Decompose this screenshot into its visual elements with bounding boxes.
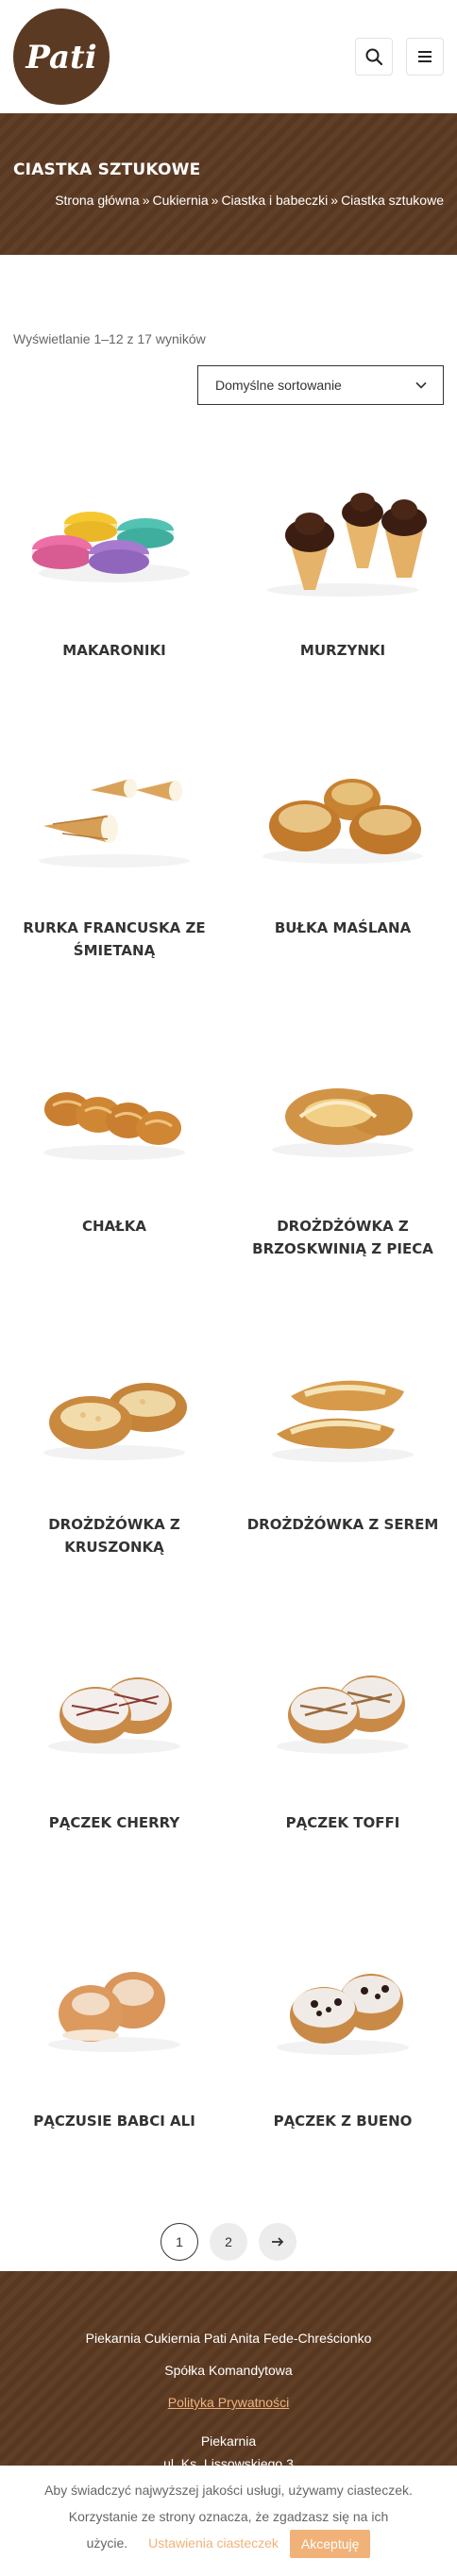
cookie-accept-button[interactable]: Akceptuję (289, 2530, 371, 2559)
logo-text: Pati (25, 39, 96, 76)
pati-logo[interactable]: Pati (13, 8, 110, 105)
product-card[interactable]: CHAŁKA (0, 1013, 228, 1311)
cookie-text-line-3: użycie. (86, 2535, 128, 2551)
mini-donuts-image[interactable] (0, 1908, 228, 2106)
cookie-settings-link[interactable]: Ustawienia ciasteczek (148, 2535, 279, 2551)
product-card[interactable]: RURKA FRANCUSKA ZE ŚMIETANĄ (0, 715, 228, 1013)
next-page-button[interactable] (259, 2223, 296, 2261)
product-card[interactable]: BUŁKA MAŚLANA (228, 715, 457, 1013)
page-title-band: CIASTKA SZTUKOWE Strona główna» Cukiernia… (0, 113, 457, 255)
site-header: Pati (0, 0, 457, 113)
page-title: CIASTKA SZTUKOWE (13, 160, 201, 179)
search-icon (365, 48, 383, 66)
breadcrumb-separator: » (211, 193, 219, 208)
arrow-right-icon (272, 2237, 284, 2247)
cookie-banner: Aby świadczyć najwyższej jakości usługi,… (0, 2466, 457, 2576)
footer-section-heading: Piekarnia (200, 2433, 257, 2449)
chevron-down-icon (415, 381, 427, 389)
product-card[interactable]: DROŻDŻÓWKA Z SEREM (228, 1311, 457, 1609)
toffee-donut-image[interactable] (228, 1609, 457, 1808)
breadcrumb-current: Ciastka sztukowe (341, 193, 444, 208)
product-title[interactable]: DROŻDŻÓWKA Z KRUSZONKĄ (9, 1513, 219, 1558)
footer-company-type: Spółka Komandytowa (164, 2363, 293, 2378)
product-title[interactable]: PĄCZEK Z BUENO (238, 2110, 448, 2132)
breadcrumb-ciastka-i-babeczki[interactable]: Ciastka i babeczki (221, 193, 328, 208)
chocolate-cones-image[interactable] (228, 441, 457, 639)
logo-mark: Pati (25, 39, 96, 76)
breadcrumb-separator: » (330, 193, 339, 208)
cheese-bun-image[interactable] (228, 1311, 457, 1509)
product-card[interactable]: MAKARONIKI (0, 441, 228, 715)
product-title[interactable]: PĄCZUSIE BABCI ALI (9, 2110, 219, 2132)
product-card[interactable]: DROŻDŻÓWKA Z BRZOSKWINIĄ Z PIECA (228, 1013, 457, 1311)
hamburger-menu-icon (418, 51, 432, 62)
product-title[interactable]: MAKARONIKI (9, 639, 219, 662)
product-title[interactable]: MURZYNKI (238, 639, 448, 662)
breadcrumb-home[interactable]: Strona główna (55, 193, 140, 208)
product-grid: MAKARONIKI MURZYNKI RURKA FRANCUSKA ZE Ś… (0, 441, 457, 2206)
sort-select-value: Domyślne sortowanie (215, 378, 342, 393)
page-1-button[interactable]: 1 (161, 2223, 198, 2261)
product-card[interactable]: MURZYNKI (228, 441, 457, 715)
results-controls: Wyświetlanie 1–12 z 17 wyników Domyślne … (0, 331, 457, 405)
privacy-policy-link[interactable]: Polityka Prywatności (168, 2395, 289, 2410)
cherry-donut-image[interactable] (0, 1609, 228, 1808)
pagination: 1 2 (0, 2223, 457, 2261)
menu-button[interactable] (406, 38, 444, 76)
header-actions (355, 38, 444, 76)
product-title[interactable]: PĄCZEK TOFFI (238, 1811, 448, 1834)
cookie-text-line-2: Korzystanie ze strony oznacza, że zgadza… (68, 2509, 389, 2524)
footer-company-name: Piekarnia Cukiernia Pati Anita Fede-Chre… (85, 2331, 372, 2346)
product-card[interactable]: DROŻDŻÓWKA Z KRUSZONKĄ (0, 1311, 228, 1609)
product-card[interactable]: PĄCZEK TOFFI (228, 1609, 457, 1908)
product-card[interactable]: PĄCZEK CHERRY (0, 1609, 228, 1908)
product-card[interactable]: PĄCZEK Z BUENO (228, 1908, 457, 2206)
breadcrumb-cukiernia[interactable]: Cukiernia (153, 193, 209, 208)
cookie-text-line-1: Aby świadczyć najwyższej jakości usługi,… (44, 2483, 413, 2498)
product-title[interactable]: PĄCZEK CHERRY (9, 1811, 219, 1834)
product-title[interactable]: DROŻDŻÓWKA Z SEREM (238, 1513, 448, 1536)
search-button[interactable] (355, 38, 393, 76)
result-count: Wyświetlanie 1–12 z 17 wyników (13, 331, 206, 346)
bueno-donut-image[interactable] (228, 1908, 457, 2106)
cream-horns-image[interactable] (0, 715, 228, 913)
butter-buns-image[interactable] (228, 715, 457, 913)
breadcrumb-separator: » (142, 193, 150, 208)
product-title[interactable]: DROŻDŻÓWKA Z BRZOSKWINIĄ Z PIECA (238, 1215, 448, 1260)
breadcrumb: Strona główna» Cukiernia» Ciastka i babecz… (13, 193, 444, 208)
product-title[interactable]: CHAŁKA (9, 1215, 219, 1237)
challah-image[interactable] (0, 1013, 228, 1211)
page-2-button[interactable]: 2 (210, 2223, 247, 2261)
product-title[interactable]: RURKA FRANCUSKA ZE ŚMIETANĄ (9, 917, 219, 962)
macarons-image[interactable] (0, 441, 228, 639)
sort-select[interactable]: Domyślne sortowanie (197, 365, 444, 405)
peach-bun-image[interactable] (228, 1013, 457, 1211)
product-card[interactable]: PĄCZUSIE BABCI ALI (0, 1908, 228, 2206)
product-title[interactable]: BUŁKA MAŚLANA (238, 917, 448, 939)
crumble-bun-image[interactable] (0, 1311, 228, 1509)
